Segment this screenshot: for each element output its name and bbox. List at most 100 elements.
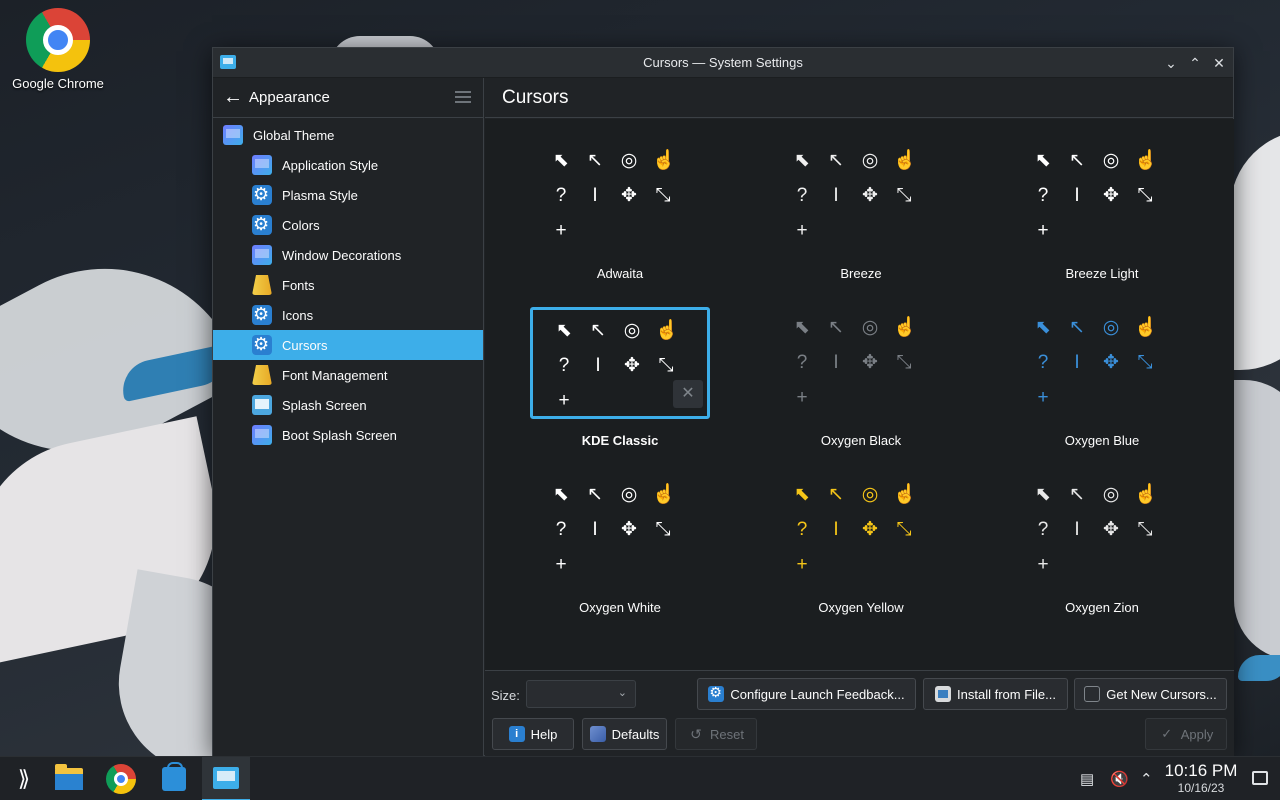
cursor-preview-icon: +	[1037, 554, 1049, 575]
window-titlebar[interactable]: Cursors — System Settings ⌄ ⌃ ✕	[213, 48, 1233, 78]
button-label: Apply	[1180, 726, 1214, 742]
defaults-icon	[589, 726, 606, 742]
plasma-style-icon	[252, 184, 272, 205]
cursor-preview-icon: ⬉	[1035, 317, 1051, 338]
sidebar-item-cursors[interactable]: Cursors	[213, 330, 483, 360]
cursor-theme-name: Adwaita	[596, 266, 644, 281]
taskbar-discover[interactable]	[150, 757, 198, 800]
system-settings-icon	[213, 767, 239, 789]
cursor-theme-tile[interactable]: ⬉ ↖ ◎ ☝? I ✥ ⤡ + Adwaita	[530, 140, 710, 285]
sidebar-item-boot-splash-screen[interactable]: Boot Splash Screen	[213, 420, 483, 450]
maximize-button[interactable]: ⌃	[1185, 53, 1205, 73]
sidebar-item-application-style[interactable]: Application Style	[213, 150, 483, 180]
taskbar-system-settings[interactable]	[202, 757, 250, 800]
taskbar-chrome[interactable]	[97, 757, 145, 800]
cursor-preview-icon: ⬉	[553, 484, 569, 505]
cursor-theme-tile[interactable]: ⬉ ↖ ◎ ☝? I ✥ ⤡ + Breeze Light	[1012, 140, 1192, 285]
sidebar-item-label: Colors	[282, 217, 320, 233]
cursor-preview-icon: ?	[555, 519, 567, 540]
hamburger-menu-icon[interactable]	[455, 91, 471, 103]
file-icon	[935, 686, 952, 702]
cursor-theme-preview: ⬉ ↖ ◎ ☝? I ✥ ⤡ +	[530, 474, 710, 586]
volume-muted-icon[interactable]: 🔇	[1110, 757, 1129, 800]
sidebar-item-label: Font Management	[282, 367, 388, 383]
cursor-preview-icon: ✥	[862, 185, 878, 206]
cursor-theme-preview: ⬉ ↖ ◎ ☝? I ✥ ⤡ +	[1012, 140, 1192, 252]
sidebar-item-icons[interactable]: Icons	[213, 300, 483, 330]
cursors-icon	[252, 334, 272, 355]
cursor-preview-icon: ◎	[861, 484, 879, 505]
cursor-preview-icon: ⤡	[1137, 352, 1153, 373]
launcher-icon: ⟫	[17, 766, 31, 791]
cursor-theme-preview: ⬉ ↖ ◎ ☝? I ✥ ⤡ +	[1012, 474, 1192, 586]
cursor-preview-icon: ⬉	[1035, 150, 1051, 171]
cursor-preview-icon: ⤡	[1137, 519, 1153, 540]
cursor-theme-tile[interactable]: ⬉ ↖ ◎ ☝? I ✥ ⤡ + Oxygen Zion	[1012, 474, 1192, 619]
cursor-preview-icon: ⬉	[1035, 484, 1051, 505]
sidebar-item-fonts[interactable]: Fonts	[213, 270, 483, 300]
cursor-preview-icon: ?	[555, 185, 567, 206]
sidebar-item-plasma-style[interactable]: Plasma Style	[213, 180, 483, 210]
button-label: Help	[530, 726, 558, 742]
sidebar-item-label: Fonts	[282, 277, 315, 293]
delete-theme-button[interactable]: ✕	[673, 380, 703, 408]
cursor-theme-name: KDE Classic	[581, 433, 659, 448]
cursor-theme-name: Oxygen White	[579, 600, 661, 615]
cursor-preview-icon: ☝	[655, 320, 679, 341]
cursor-theme-tile[interactable]: ⬉ ↖ ◎ ☝? I ✥ ⤡ + Oxygen Blue	[1012, 307, 1192, 452]
cursor-theme-tile[interactable]: ⬉ ↖ ◎ ☝? I ✥ ⤡ + Breeze	[771, 140, 951, 285]
cursor-preview-icon: ↖	[590, 320, 606, 341]
cursor-theme-preview: ⬉ ↖ ◎ ☝? I ✥ ⤡ +	[530, 140, 710, 252]
cursor-preview-icon: ◎	[623, 320, 641, 341]
install-from-file-button[interactable]: Install from File...	[923, 678, 1068, 710]
cursor-theme-tile[interactable]: ⬉ ↖ ◎ ☝? I ✥ ⤡ + Oxygen Yellow	[771, 474, 951, 619]
clock[interactable]: 10:16 PM 10/16/23	[1160, 761, 1242, 796]
cursor-preview-icon: ◎	[861, 317, 879, 338]
application-launcher-button[interactable]: ⟫	[0, 757, 48, 800]
cursor-preview-icon: ⬉	[553, 150, 569, 171]
configure-launch-feedback-button[interactable]: Configure Launch Feedback...	[697, 678, 916, 710]
sidebar-item-global-theme[interactable]: Global Theme	[213, 120, 483, 150]
close-button[interactable]: ✕	[1209, 53, 1229, 73]
sidebar-back-label[interactable]: Appearance	[249, 89, 330, 106]
cursor-preview-icon: ⤡	[896, 352, 912, 373]
defaults-button[interactable]: Defaults	[582, 718, 667, 750]
cursor-preview-icon: +	[558, 390, 570, 411]
cursor-preview-icon: ✥	[621, 519, 637, 540]
cursor-theme-tile[interactable]: ⬉ ↖ ◎ ☝? I ✥ ⤡ + Oxygen Black	[771, 307, 951, 452]
cursor-preview-icon: ◎	[1102, 150, 1120, 171]
desktop-icon-google-chrome[interactable]: Google Chrome	[6, 6, 110, 91]
reset-button[interactable]: ↺ Reset	[675, 718, 757, 750]
cursor-preview-icon: ?	[796, 185, 808, 206]
show-desktop-icon[interactable]	[1252, 771, 1268, 785]
size-dropdown[interactable]: ⌄	[526, 680, 636, 708]
cursor-theme-tile[interactable]: ⬉ ↖ ◎ ☝? I ✥ ⤡ + ✕ KDE Classic	[530, 307, 710, 452]
cursor-theme-preview: ⬉ ↖ ◎ ☝? I ✥ ⤡ +	[771, 474, 951, 586]
sidebar-header: ← Appearance	[213, 78, 483, 118]
gear-icon	[708, 684, 725, 702]
cursor-preview-icon: ?	[796, 519, 808, 540]
cursor-preview-icon: ◎	[1102, 317, 1120, 338]
cursor-preview-icon: ?	[1037, 519, 1049, 540]
help-button[interactable]: i Help	[492, 718, 574, 750]
sidebar-item-window-decorations[interactable]: Window Decorations	[213, 240, 483, 270]
clipboard-icon[interactable]: ▤	[1080, 757, 1094, 800]
apply-button[interactable]: ✓ Apply	[1145, 718, 1227, 750]
back-arrow-icon[interactable]: ←	[223, 86, 249, 109]
sidebar-item-splash-screen[interactable]: Splash Screen	[213, 390, 483, 420]
splash-screen-icon	[252, 395, 272, 415]
wallpaper-shape	[1234, 380, 1280, 660]
taskbar-dolphin[interactable]	[45, 757, 93, 800]
cursor-theme-tile[interactable]: ⬉ ↖ ◎ ☝? I ✥ ⤡ + Oxygen White	[530, 474, 710, 619]
button-label: Configure Launch Feedback...	[730, 686, 905, 702]
sidebar-item-font-management[interactable]: Font Management	[213, 360, 483, 390]
info-icon: i	[508, 726, 525, 742]
sidebar-item-colors[interactable]: Colors	[213, 210, 483, 240]
cursor-theme-name: Oxygen Zion	[1065, 600, 1139, 615]
cursor-preview-icon: ⤡	[655, 519, 671, 540]
tray-expand-icon[interactable]: ⌃	[1140, 757, 1153, 800]
icons-icon	[252, 304, 272, 325]
minimize-button[interactable]: ⌄	[1161, 53, 1181, 73]
get-new-cursors-button[interactable]: Get New Cursors...	[1074, 678, 1227, 710]
cursor-preview-icon: +	[1037, 220, 1049, 241]
